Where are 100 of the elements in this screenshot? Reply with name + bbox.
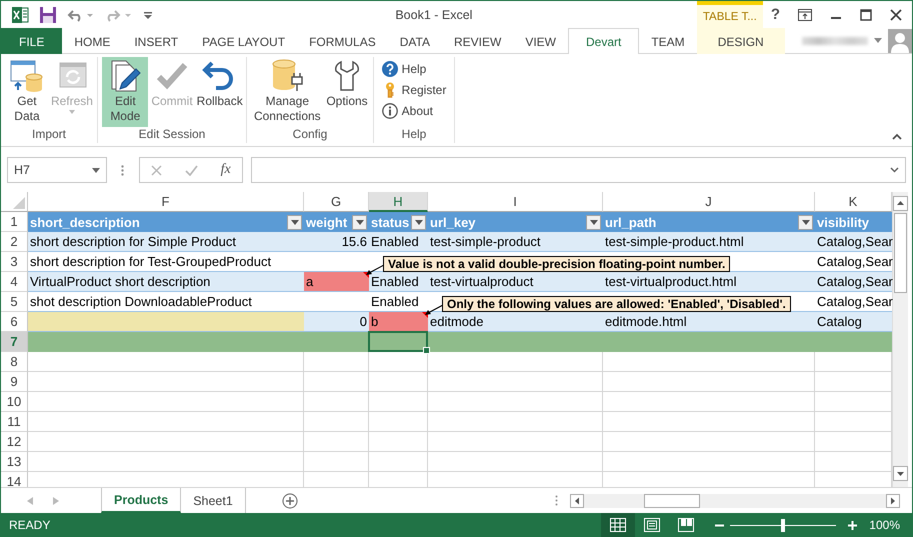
grid-icon bbox=[610, 518, 626, 532]
ribbon-button[interactable]: Get Data bbox=[5, 57, 49, 127]
row-number[interactable]: 5 bbox=[1, 292, 28, 312]
ribbon-tab[interactable]: VIEW bbox=[513, 28, 568, 54]
filter-button[interactable] bbox=[798, 214, 813, 230]
row-number[interactable]: 12 bbox=[1, 432, 28, 452]
ribbon-link[interactable]: Help bbox=[382, 61, 426, 77]
row-number[interactable]: 10 bbox=[1, 392, 28, 412]
table-cell: Enabled bbox=[369, 272, 428, 292]
caret-icon bbox=[356, 220, 364, 224]
table-cell: VirtualProduct short description bbox=[28, 272, 304, 292]
table-cell: a bbox=[304, 272, 369, 292]
sheet-tab[interactable]: Products bbox=[101, 488, 182, 513]
save-icon[interactable] bbox=[39, 6, 57, 24]
ribbon-tab[interactable]: TEAM bbox=[639, 28, 697, 54]
caret-icon bbox=[68, 110, 75, 114]
ribbon-tab[interactable]: INSERT bbox=[122, 28, 190, 54]
table-cell: 15.6 bbox=[304, 232, 369, 252]
ribbon-tab[interactable]: DATA bbox=[388, 28, 442, 54]
leader-arrow bbox=[424, 304, 444, 316]
ribbon-tab[interactable]: REVIEW bbox=[442, 28, 514, 54]
header-label: url_path bbox=[605, 214, 656, 230]
help-icon bbox=[382, 61, 398, 77]
row-number[interactable]: 6 bbox=[1, 312, 28, 332]
window-title: Book1 - Excel bbox=[395, 8, 472, 22]
zoom-in-icon[interactable] bbox=[848, 520, 858, 530]
row-number[interactable]: 3 bbox=[1, 252, 28, 272]
customize-icon[interactable] bbox=[143, 10, 153, 20]
filter-button[interactable] bbox=[287, 214, 302, 230]
filter-button[interactable] bbox=[411, 214, 426, 230]
table-cell: b bbox=[369, 312, 428, 332]
leader-arrow bbox=[365, 264, 385, 276]
spreadsheet-logo-icon[interactable] bbox=[11, 6, 29, 24]
row-number[interactable]: 1 bbox=[1, 212, 28, 232]
database-plug-icon bbox=[270, 59, 304, 93]
caret-icon bbox=[590, 220, 598, 224]
page-icon bbox=[644, 518, 660, 532]
scroll-up-icon[interactable] bbox=[893, 196, 908, 211]
add-sheet-icon[interactable] bbox=[282, 492, 298, 508]
row-number[interactable]: 4 bbox=[1, 272, 28, 292]
row-number[interactable]: 8 bbox=[1, 352, 28, 372]
ribbon-tab[interactable]: FORMULAS bbox=[297, 28, 388, 54]
filter-button[interactable] bbox=[586, 214, 601, 230]
checkmark-icon[interactable] bbox=[184, 164, 198, 176]
zoom-slider-thumb[interactable] bbox=[781, 518, 786, 532]
view-button[interactable] bbox=[601, 513, 636, 537]
scrollbar-thumb[interactable] bbox=[894, 213, 907, 293]
row-number[interactable]: 7 bbox=[1, 332, 28, 352]
ribbon-tab[interactable]: HOME bbox=[62, 28, 122, 54]
horizontal-scrollbar[interactable] bbox=[570, 494, 900, 508]
row-number[interactable]: 13 bbox=[1, 452, 28, 472]
table-cell: test-simple-product.html bbox=[603, 232, 815, 252]
table-cell: Catalog bbox=[815, 312, 892, 332]
maximize-icon[interactable] bbox=[860, 8, 872, 20]
collapse-ribbon-icon[interactable] bbox=[892, 133, 902, 140]
ribbon-link[interactable]: Register bbox=[382, 82, 446, 98]
scroll-right-icon[interactable] bbox=[886, 494, 900, 508]
vertical-scrollbar[interactable] bbox=[892, 192, 908, 487]
ribbon-tab[interactable]: FILE bbox=[1, 28, 62, 54]
ribbon-button[interactable]: Manage Connections bbox=[251, 57, 324, 127]
scroll-left-icon[interactable] bbox=[570, 494, 584, 508]
undo-arrow-icon bbox=[202, 59, 236, 93]
row-number[interactable]: 2 bbox=[1, 232, 28, 252]
scroll-down-icon[interactable] bbox=[893, 466, 908, 481]
ribbon-link[interactable]: About bbox=[382, 103, 434, 119]
ribbon-button[interactable]: Options bbox=[325, 57, 369, 127]
header-label: url_key bbox=[430, 214, 476, 230]
ribbon-button[interactable]: Edit Mode bbox=[102, 57, 148, 127]
caret-icon bbox=[290, 220, 298, 224]
insert-function-button[interactable]: fx bbox=[220, 162, 231, 178]
help-button[interactable]: ? bbox=[770, 6, 780, 23]
undo-icon[interactable] bbox=[67, 8, 95, 22]
page-break-icon bbox=[678, 518, 694, 532]
expand-icon[interactable] bbox=[890, 167, 899, 173]
header-label: visibility bbox=[817, 214, 870, 230]
table-cell: Catalog,Sear bbox=[815, 232, 892, 252]
caret-icon bbox=[92, 168, 100, 172]
table-cell: test-virtualproduct.html bbox=[603, 272, 815, 292]
scrollbar-thumb[interactable] bbox=[644, 494, 700, 508]
name-box[interactable]: H7 bbox=[7, 157, 107, 183]
close-icon[interactable] bbox=[890, 8, 902, 20]
column-header[interactable]: H bbox=[369, 192, 428, 212]
table-cell: test-virtualproduct bbox=[428, 272, 603, 292]
header-label: short_description bbox=[30, 214, 140, 230]
table-cell: short description for Simple Product bbox=[28, 232, 304, 252]
group-label: Import bbox=[32, 127, 66, 143]
row-number[interactable]: 11 bbox=[1, 412, 28, 432]
filter-button[interactable] bbox=[352, 214, 367, 230]
ribbon-tab[interactable]: Devart bbox=[568, 28, 640, 54]
status-text: READY bbox=[8, 518, 50, 532]
caret-icon[interactable] bbox=[874, 38, 882, 44]
ribbon-display-icon[interactable] bbox=[798, 8, 812, 20]
blurred-account-name bbox=[802, 36, 868, 44]
formula-input[interactable] bbox=[251, 157, 906, 183]
caret-icon bbox=[414, 220, 422, 224]
row-number[interactable]: 9 bbox=[1, 372, 28, 392]
ribbon-button[interactable]: Rollback bbox=[196, 57, 242, 127]
active-cell[interactable] bbox=[368, 331, 428, 352]
ribbon-tab[interactable]: DESIGN bbox=[696, 28, 785, 54]
ribbon-tab[interactable]: PAGE LAYOUT bbox=[190, 28, 298, 54]
